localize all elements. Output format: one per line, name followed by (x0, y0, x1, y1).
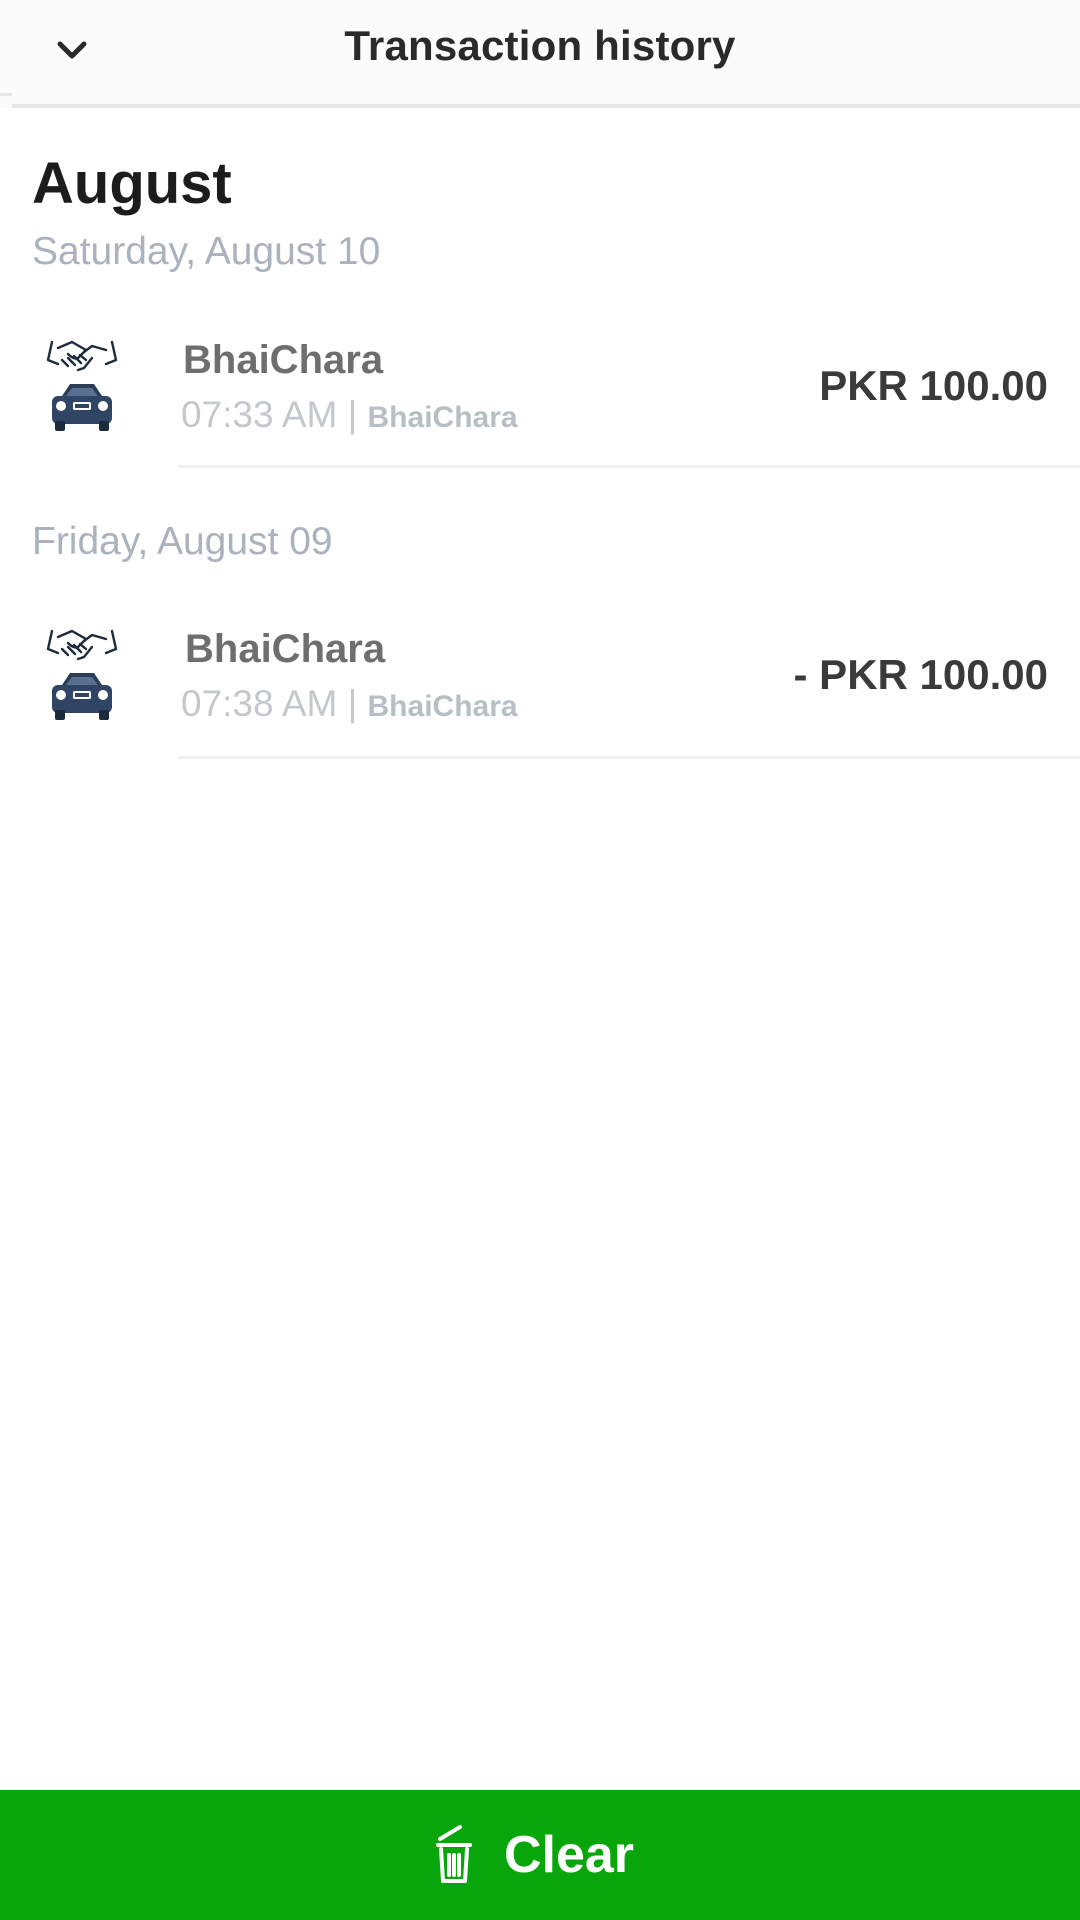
handshake-car-icon (28, 617, 136, 737)
transaction-source: BhaiChara (367, 401, 518, 434)
transaction-time: 07:38 AM | (181, 683, 358, 724)
transaction-time: 07:33 AM | (181, 394, 358, 435)
day-label: Friday, August 09 (32, 520, 333, 563)
transaction-name: BhaiChara (183, 338, 384, 382)
row-divider (178, 465, 1080, 468)
month-heading: August (32, 151, 232, 216)
header-divider-stub (0, 93, 12, 96)
handshake-car-icon (28, 328, 136, 448)
page-title: Transaction history (344, 22, 736, 69)
app-header: Transaction history (0, 0, 1080, 108)
transaction-amount: PKR 100.00 (819, 362, 1048, 409)
trash-icon (435, 1825, 472, 1883)
transaction-row[interactable]: BhaiChara 07:38 AM | BhaiChara - PKR 100… (0, 617, 1080, 767)
day-label: Saturday, August 10 (32, 230, 381, 273)
transaction-amount: - PKR 100.00 (793, 651, 1048, 698)
clear-button-content: Clear (434, 1825, 634, 1885)
transaction-row[interactable]: BhaiChara 07:33 AM | BhaiChara PKR 100.0… (0, 328, 1080, 478)
clear-button[interactable]: Clear (0, 1790, 1080, 1920)
row-divider (178, 756, 1080, 759)
transaction-name: BhaiChara (185, 627, 386, 671)
header-divider (12, 104, 1080, 108)
clear-label: Clear (503, 1826, 635, 1884)
transaction-source: BhaiChara (367, 690, 518, 723)
transaction-meta: 07:33 AM | BhaiChara (181, 394, 518, 436)
transaction-meta: 07:38 AM | BhaiChara (181, 683, 518, 725)
